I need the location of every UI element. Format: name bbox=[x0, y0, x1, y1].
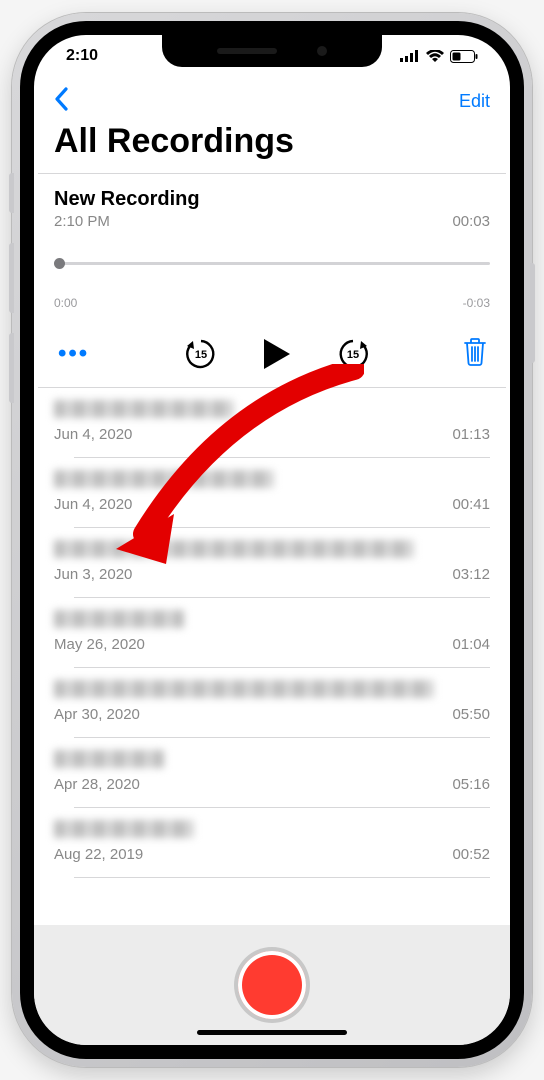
recording-row[interactable]: Apr 28, 2020 05:16 bbox=[34, 738, 510, 808]
svg-text:15: 15 bbox=[194, 349, 206, 361]
recording-date: Aug 22, 2019 bbox=[54, 846, 143, 863]
selected-recording[interactable]: New Recording 2:10 PM 00:03 0:00 -0:03 bbox=[34, 174, 510, 387]
svg-text:15: 15 bbox=[346, 349, 358, 361]
volume-down-button bbox=[9, 333, 14, 403]
recording-list[interactable]: Jun 4, 2020 01:13 Jun 4, 2020 00:41 Jun 3, 2… bbox=[34, 388, 510, 925]
power-button bbox=[530, 263, 535, 363]
skip-back-icon: 15 bbox=[184, 337, 218, 371]
more-options-button[interactable]: ••• bbox=[56, 340, 91, 368]
recording-title-redacted bbox=[54, 470, 274, 488]
cellular-icon bbox=[400, 50, 420, 62]
recording-title-redacted bbox=[54, 400, 234, 418]
play-button[interactable] bbox=[262, 337, 292, 371]
recording-duration: 03:12 bbox=[452, 566, 490, 583]
edit-button[interactable]: Edit bbox=[459, 91, 490, 112]
screen: 2:10 Edit All Recordings New Reco bbox=[34, 35, 510, 1045]
recording-title-redacted bbox=[54, 820, 194, 838]
recording-duration: 01:04 bbox=[452, 636, 490, 653]
recording-date: Apr 28, 2020 bbox=[54, 776, 140, 793]
speaker-slot bbox=[217, 48, 277, 54]
recording-duration: 05:16 bbox=[452, 776, 490, 793]
recording-row[interactable]: May 26, 2020 01:04 bbox=[34, 598, 510, 668]
scrubber-remaining: -0:03 bbox=[463, 296, 490, 310]
scrubber-knob[interactable] bbox=[54, 258, 65, 269]
scrubber-elapsed: 0:00 bbox=[54, 296, 77, 310]
recording-row[interactable]: Jun 3, 2020 03:12 bbox=[34, 528, 510, 598]
scrubber[interactable] bbox=[54, 258, 490, 278]
selected-recording-duration: 00:03 bbox=[452, 213, 490, 230]
skip-back-15-button[interactable]: 15 bbox=[184, 337, 218, 371]
status-icons bbox=[400, 50, 478, 63]
selected-recording-name: New Recording bbox=[54, 188, 490, 211]
recording-title-redacted bbox=[54, 540, 414, 558]
wifi-icon bbox=[426, 50, 444, 62]
record-button[interactable] bbox=[238, 951, 306, 1019]
phone-frame: 2:10 Edit All Recordings New Reco bbox=[12, 13, 532, 1067]
recording-date: Jun 3, 2020 bbox=[54, 566, 132, 583]
play-icon bbox=[262, 337, 292, 371]
recording-row[interactable]: Apr 30, 2020 05:50 bbox=[34, 668, 510, 738]
recording-duration: 00:52 bbox=[452, 846, 490, 863]
silent-switch bbox=[9, 173, 14, 213]
front-camera bbox=[317, 46, 327, 56]
recording-duration: 01:13 bbox=[452, 426, 490, 443]
skip-forward-icon: 15 bbox=[336, 337, 370, 371]
skip-forward-15-button[interactable]: 15 bbox=[336, 337, 370, 371]
page-title: All Recordings bbox=[34, 122, 510, 173]
trash-icon bbox=[462, 336, 488, 366]
recording-row[interactable]: Aug 22, 2019 00:52 bbox=[34, 808, 510, 878]
recording-row[interactable]: Jun 4, 2020 01:13 bbox=[34, 388, 510, 458]
nav-bar: Edit bbox=[34, 77, 510, 122]
record-bar bbox=[34, 925, 510, 1045]
volume-up-button bbox=[9, 243, 14, 313]
scrubber-track bbox=[56, 262, 490, 265]
notch bbox=[162, 35, 382, 67]
recording-date: Apr 30, 2020 bbox=[54, 706, 140, 723]
delete-button[interactable] bbox=[462, 336, 488, 371]
recording-date: Jun 4, 2020 bbox=[54, 496, 132, 513]
recording-row[interactable]: Jun 4, 2020 00:41 bbox=[34, 458, 510, 528]
recording-date: May 26, 2020 bbox=[54, 636, 145, 653]
recording-date: Jun 4, 2020 bbox=[54, 426, 132, 443]
recording-title-redacted bbox=[54, 750, 164, 768]
recording-duration: 05:50 bbox=[452, 706, 490, 723]
status-time: 2:10 bbox=[66, 47, 98, 65]
chevron-left-icon bbox=[54, 87, 70, 111]
selected-recording-time: 2:10 PM bbox=[54, 213, 110, 230]
recording-title-redacted bbox=[54, 680, 434, 698]
recording-duration: 00:41 bbox=[452, 496, 490, 513]
divider bbox=[74, 877, 490, 878]
back-button[interactable] bbox=[54, 87, 70, 116]
battery-icon bbox=[450, 50, 478, 63]
recording-title-redacted bbox=[54, 610, 184, 628]
home-indicator[interactable] bbox=[197, 1030, 347, 1035]
